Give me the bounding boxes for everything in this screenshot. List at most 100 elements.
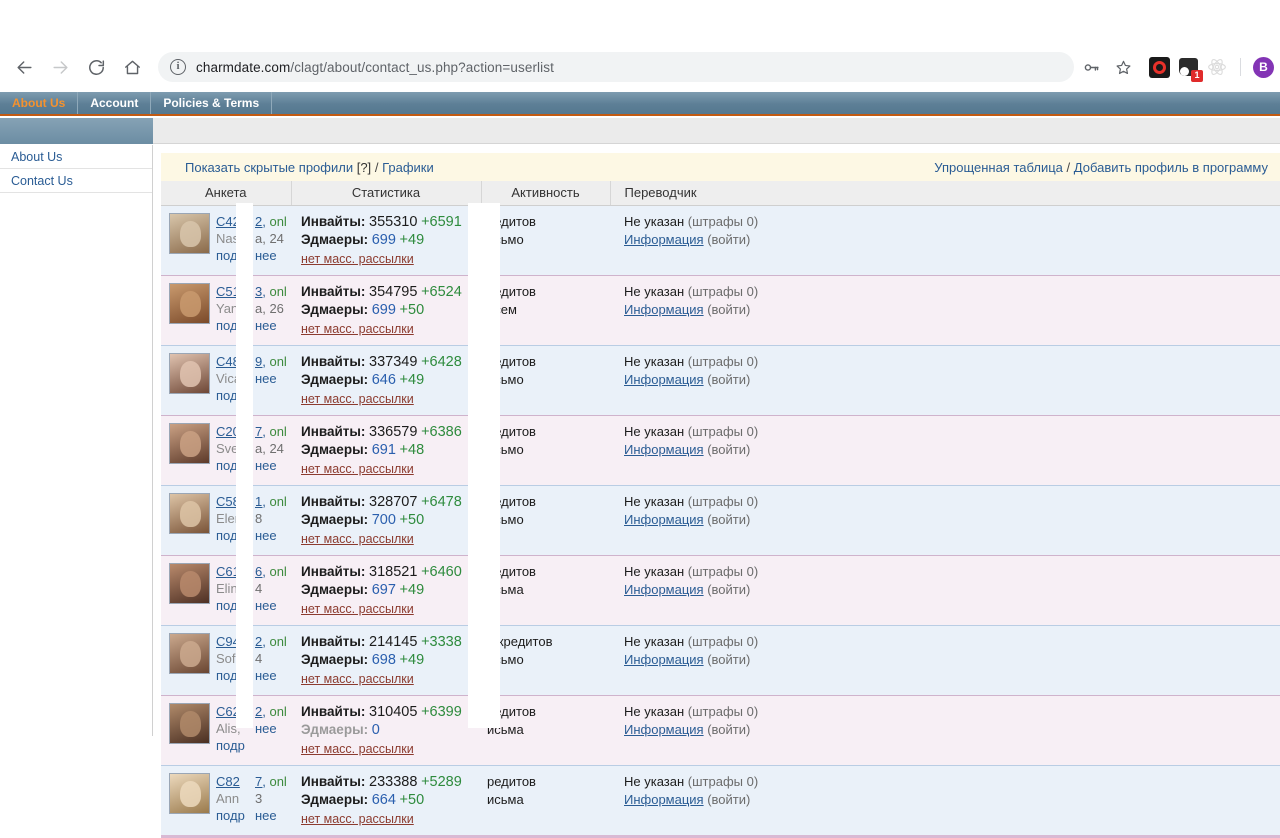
admirers-delta: +50	[400, 512, 425, 528]
key-icon[interactable]	[1076, 52, 1106, 82]
no-mass-mailing-link[interactable]: нет масс. рассылки	[301, 252, 414, 266]
translator-info-link[interactable]: Информация	[624, 512, 704, 527]
sidebar-item-contact-us[interactable]: Contact Us	[0, 169, 152, 193]
admirers-value: 698	[372, 652, 396, 668]
profile-thumbnail[interactable]	[169, 423, 210, 464]
column-header-profile[interactable]: Анкета	[161, 181, 291, 205]
site-tab-account[interactable]: Account	[78, 92, 151, 114]
forward-arrow-icon[interactable]	[44, 51, 76, 83]
translator-info-link[interactable]: Информация	[624, 442, 704, 457]
translator-info-link[interactable]: Информация	[624, 302, 704, 317]
translator-info-link[interactable]: Информация	[624, 652, 704, 667]
profile-avatar[interactable]: B	[1253, 57, 1274, 78]
profile-thumbnail[interactable]	[169, 563, 210, 604]
no-mass-mailing-link[interactable]: нет масс. рассылки	[301, 672, 414, 686]
simplified-table-link[interactable]: Упрощенная таблица	[934, 160, 1063, 175]
profile-more-link-tail[interactable]: нее	[255, 528, 277, 543]
charts-link[interactable]: Графики	[382, 160, 434, 175]
opera-extension-icon[interactable]	[1148, 56, 1170, 78]
translator-info-link[interactable]: Информация	[624, 582, 704, 597]
react-extension-icon[interactable]	[1206, 56, 1228, 78]
translator-login-hint[interactable]: (войти)	[707, 722, 750, 737]
omnibox-actions	[1076, 52, 1138, 82]
profile-number[interactable]: 3,	[255, 284, 266, 299]
no-mass-mailing-link[interactable]: нет масс. рассылки	[301, 742, 414, 756]
translator-login-hint[interactable]: (войти)	[707, 442, 750, 457]
home-icon[interactable]	[116, 51, 148, 83]
site-tab-about-us[interactable]: About Us	[0, 92, 78, 114]
profile-id-link[interactable]: C82	[216, 774, 240, 789]
back-arrow-icon[interactable]	[8, 51, 40, 83]
profile-more-link-tail[interactable]: нее	[255, 458, 277, 473]
profile-number[interactable]: 2,	[255, 634, 266, 649]
profile-number[interactable]: 7,	[255, 774, 266, 789]
online-status: onl	[269, 284, 286, 299]
profile-more-link-tail[interactable]: нее	[255, 808, 277, 823]
no-mass-mailing-link[interactable]: нет масс. рассылки	[301, 812, 414, 826]
profile-more-link-tail[interactable]: нее	[255, 721, 277, 736]
column-header-stats[interactable]: Статистика	[291, 181, 481, 205]
translator-info-link[interactable]: Информация	[624, 232, 704, 247]
add-profile-link[interactable]: Добавить профиль в программу	[1074, 160, 1268, 175]
invites-label: Инвайты:	[301, 284, 365, 299]
translator-login-hint[interactable]: (войти)	[707, 372, 750, 387]
cell-stats: Инвайты: 336579 +6386Эдмаеры: 691 +48нет…	[291, 415, 481, 485]
cell-profile: C94Sofiподр2, onl4нее	[161, 625, 291, 695]
column-header-translator[interactable]: Переводчик	[610, 181, 1280, 205]
translator-login-hint[interactable]: (войти)	[707, 232, 750, 247]
profile-more-link[interactable]: подр	[216, 808, 245, 823]
reload-icon[interactable]	[80, 51, 112, 83]
translator-login-hint[interactable]: (войти)	[707, 582, 750, 597]
no-mass-mailing-link[interactable]: нет масс. рассылки	[301, 602, 414, 616]
table-row: C58Elenподр1, onl8нееИнвайты: 328707 +64…	[161, 485, 1280, 555]
profile-more-link-tail[interactable]: нее	[255, 371, 277, 386]
address-bar[interactable]: i charmdate.com/clagt/about/contact_us.p…	[158, 52, 1074, 82]
translator-login-hint[interactable]: (войти)	[707, 512, 750, 527]
profile-number[interactable]: 1,	[255, 494, 266, 509]
profile-thumbnail[interactable]	[169, 353, 210, 394]
translator-info-link[interactable]: Информация	[624, 372, 704, 387]
profile-more-link-tail[interactable]: нее	[255, 248, 277, 263]
no-mass-mailing-link[interactable]: нет масс. рассылки	[301, 392, 414, 406]
cell-translator: Не указан (штрафы 0)Информация (войти)	[610, 415, 1280, 485]
sidebar-item-about-us[interactable]: About Us	[0, 145, 152, 169]
profile-number[interactable]: 2,	[255, 704, 266, 719]
profile-thumbnail[interactable]	[169, 213, 210, 254]
no-mass-mailing-link[interactable]: нет масс. рассылки	[301, 532, 414, 546]
profile-thumbnail[interactable]	[169, 773, 210, 814]
profile-more-link[interactable]: подр	[216, 738, 245, 753]
translator-login-hint[interactable]: (войти)	[707, 792, 750, 807]
profile-thumbnail[interactable]	[169, 283, 210, 324]
profile-more-link-tail[interactable]: нее	[255, 318, 277, 333]
profile-more-link-tail[interactable]: нее	[255, 668, 277, 683]
table-row: C20Svetподр7, onlа, 24нееИнвайты: 336579…	[161, 415, 1280, 485]
profile-more-link-tail[interactable]: нее	[255, 598, 277, 613]
profile-thumbnail[interactable]	[169, 493, 210, 534]
translator-info-link[interactable]: Информация	[624, 722, 704, 737]
chat-extension-icon[interactable]: 1	[1177, 56, 1199, 78]
translator-info-link[interactable]: Информация	[624, 792, 704, 807]
no-mass-mailing-link[interactable]: нет масс. рассылки	[301, 322, 414, 336]
admirers-label: Эдмаеры:	[301, 792, 368, 807]
star-icon[interactable]	[1108, 52, 1138, 82]
site-tab-policies-terms[interactable]: Policies & Terms	[151, 92, 272, 114]
profile-number[interactable]: 7,	[255, 424, 266, 439]
cell-stats: Инвайты: 214145 +3338Эдмаеры: 698 +49нет…	[291, 625, 481, 695]
translator-login-hint[interactable]: (войти)	[707, 302, 750, 317]
profile-number[interactable]: 6,	[255, 564, 266, 579]
cell-translator: Не указан (штрафы 0)Информация (войти)	[610, 625, 1280, 695]
profile-thumbnail[interactable]	[169, 633, 210, 674]
cell-profile: C48Vicaподр9, onlнее	[161, 345, 291, 415]
no-mass-mailing-link[interactable]: нет масс. рассылки	[301, 462, 414, 476]
profile-thumbnail[interactable]	[169, 703, 210, 744]
cell-translator: Не указан (штрафы 0)Информация (войти)	[610, 555, 1280, 625]
profile-number[interactable]: 9,	[255, 354, 266, 369]
profile-number[interactable]: 2,	[255, 214, 266, 229]
cell-activity: редитовисьма	[481, 555, 610, 625]
info-icon[interactable]: i	[170, 59, 186, 75]
column-header-activity[interactable]: Активность	[481, 181, 610, 205]
cell-profile: C20Svetподр7, onlа, 24нее	[161, 415, 291, 485]
translator-login-hint[interactable]: (войти)	[707, 652, 750, 667]
show-hidden-profiles-link[interactable]: Показать скрытые профили	[185, 160, 353, 175]
cell-stats: Инвайты: 318521 +6460Эдмаеры: 697 +49нет…	[291, 555, 481, 625]
